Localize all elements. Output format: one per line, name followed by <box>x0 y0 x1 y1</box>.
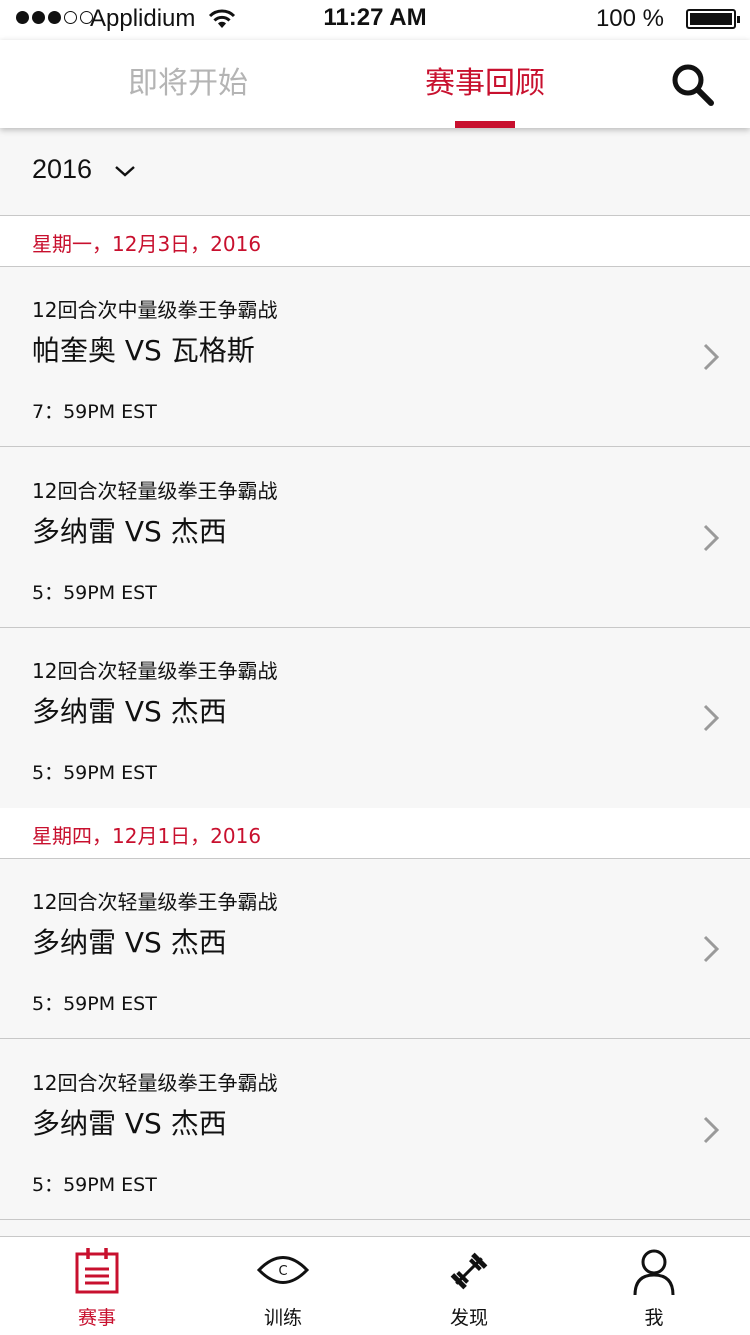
event-matchup: 多纳雷 VS 杰西 <box>32 1107 227 1140</box>
event-title: 12回合次轻量级拳王争霸战 <box>32 1071 278 1095</box>
event-row[interactable]: 12回合次中量级拳王争霸战 帕奎奥 VS 瓦格斯 7：59PM EST <box>0 267 750 447</box>
tab-bar-item-events[interactable]: 赛事 <box>42 1237 152 1335</box>
date-header-label: 星期四，12月1日，2016 <box>32 824 262 848</box>
battery-icon <box>686 9 740 29</box>
tab-bar-label: 发现 <box>449 1307 488 1329</box>
event-time: 5：59PM EST <box>32 1174 157 1196</box>
event-time: 5：59PM EST <box>32 993 157 1015</box>
svg-text:C: C <box>278 1264 287 1279</box>
tab-event-review[interactable]: 赛事回顾 <box>425 58 545 102</box>
year-label: 2016 <box>32 154 93 184</box>
chevron-right-icon <box>703 935 720 963</box>
event-matchup: 帕奎奥 VS 瓦格斯 <box>32 334 255 367</box>
date-header-label: 星期一，12月3日，2016 <box>32 232 262 256</box>
chevron-down-icon <box>115 166 135 177</box>
battery-percentage: 100 % <box>595 5 664 32</box>
search-icon[interactable] <box>668 60 718 110</box>
top-navigation: 即将开始 赛事回顾 <box>0 40 750 128</box>
event-row[interactable]: 12回合次轻量级拳王争霸战 多纳雷 VS 杰西 5：59PM EST <box>0 1040 750 1220</box>
event-row[interactable]: 12回合次轻量级拳王争霸战 多纳雷 VS 杰西 5：59PM EST <box>0 628 750 808</box>
event-title: 12回合次轻量级拳王争霸战 <box>32 659 278 683</box>
bottom-tab-bar: 赛事 C 训练 发现 我 <box>0 1236 750 1335</box>
date-header: 星期一，12月3日，2016 <box>0 216 750 267</box>
person-icon <box>633 1249 675 1296</box>
event-time: 5：59PM EST <box>32 582 157 604</box>
tab-bar-item-discover[interactable]: 发现 <box>414 1237 524 1335</box>
event-title: 12回合次轻量级拳王争霸战 <box>32 479 278 503</box>
dumbbell-icon <box>450 1252 488 1290</box>
chevron-right-icon <box>703 524 720 552</box>
eye-icon: C <box>257 1256 309 1284</box>
event-matchup: 多纳雷 VS 杰西 <box>32 515 227 548</box>
tab-upcoming[interactable]: 即将开始 <box>128 58 248 102</box>
date-header: 星期四，12月1日，2016 <box>0 808 750 859</box>
tab-bar-label: 赛事 <box>77 1307 116 1329</box>
event-time: 7：59PM EST <box>32 401 157 423</box>
event-time: 5：59PM EST <box>32 762 157 784</box>
event-matchup: 多纳雷 VS 杰西 <box>32 926 227 959</box>
event-matchup: 多纳雷 VS 杰西 <box>32 695 227 728</box>
chevron-right-icon <box>703 343 720 371</box>
tab-bar-item-training[interactable]: C 训练 <box>228 1237 338 1335</box>
tab-bar-label: 训练 <box>263 1307 302 1329</box>
chevron-right-icon <box>703 1116 720 1144</box>
event-row[interactable]: 12回合次轻量级拳王争霸战 多纳雷 VS 杰西 5：59PM EST <box>0 448 750 628</box>
tab-bar-item-me[interactable]: 我 <box>599 1237 709 1335</box>
event-title: 12回合次中量级拳王争霸战 <box>32 298 278 322</box>
event-row[interactable]: 12回合次轻量级拳王争霸战 多纳雷 VS 杰西 5：59PM EST <box>0 859 750 1039</box>
active-tab-indicator <box>455 121 515 128</box>
status-bar: Applidium 11:27 AM 100 % <box>0 0 750 40</box>
year-selector[interactable]: 2016 <box>0 128 750 216</box>
tab-bar-label: 我 <box>644 1307 664 1329</box>
event-title: 12回合次轻量级拳王争霸战 <box>32 890 278 914</box>
calendar-icon <box>75 1248 119 1294</box>
chevron-right-icon <box>703 704 720 732</box>
